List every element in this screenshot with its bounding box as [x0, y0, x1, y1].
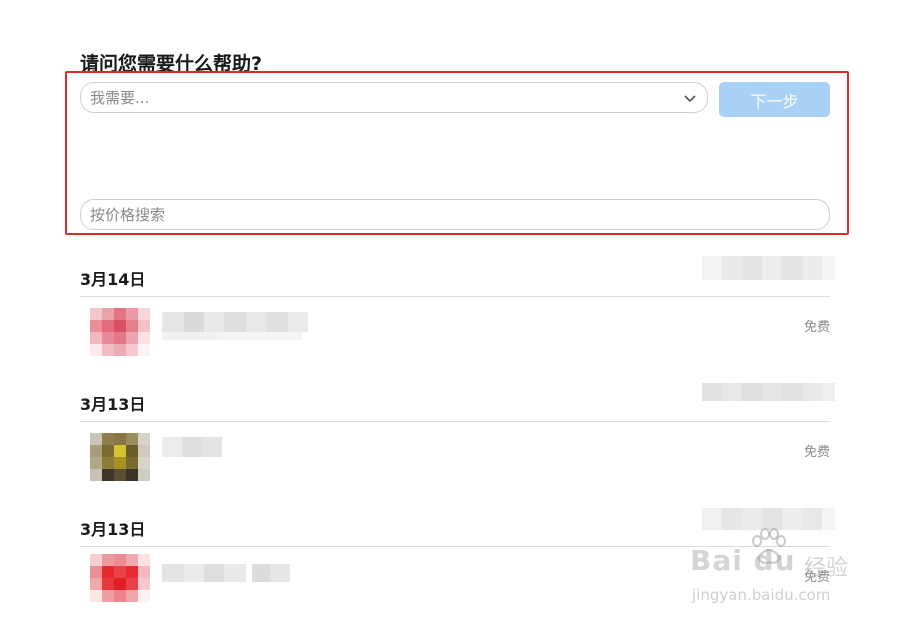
price-search-placeholder: 按价格搜索 — [90, 206, 166, 224]
price-tag: 免费 — [803, 320, 830, 335]
divider — [80, 421, 830, 422]
watermark-cn: 经验 — [804, 556, 849, 581]
need-select[interactable]: 我需要... — [80, 82, 708, 113]
item-thumbnail[interactable] — [90, 554, 150, 602]
date-group: 3月14日 免费 — [80, 256, 835, 366]
item-thumbnail[interactable] — [90, 308, 150, 356]
need-select-placeholder: 我需要... — [90, 89, 150, 107]
date-group: 3月13日 免费 — [80, 383, 835, 491]
baidu-watermark: Bai du 经验 jingyan.baidu.com — [690, 528, 860, 608]
watermark-url: jingyan.baidu.com — [692, 586, 831, 604]
item-subtitle-blurred — [162, 332, 302, 340]
blurred-header-text — [702, 383, 835, 401]
price-tag: 免费 — [803, 445, 830, 460]
price-search-input[interactable]: 按价格搜索 — [80, 199, 830, 230]
next-button[interactable]: 下一步 — [719, 82, 830, 117]
watermark-brand: Bai du — [690, 544, 796, 577]
item-title-blurred[interactable] — [162, 564, 290, 582]
divider — [80, 296, 830, 297]
item-title-blurred[interactable] — [162, 312, 308, 332]
blurred-header-text — [702, 256, 835, 280]
chevron-down-icon — [684, 95, 696, 103]
blurred-header-text — [702, 508, 835, 530]
item-title-blurred[interactable] — [162, 437, 222, 457]
item-thumbnail[interactable] — [90, 433, 150, 481]
